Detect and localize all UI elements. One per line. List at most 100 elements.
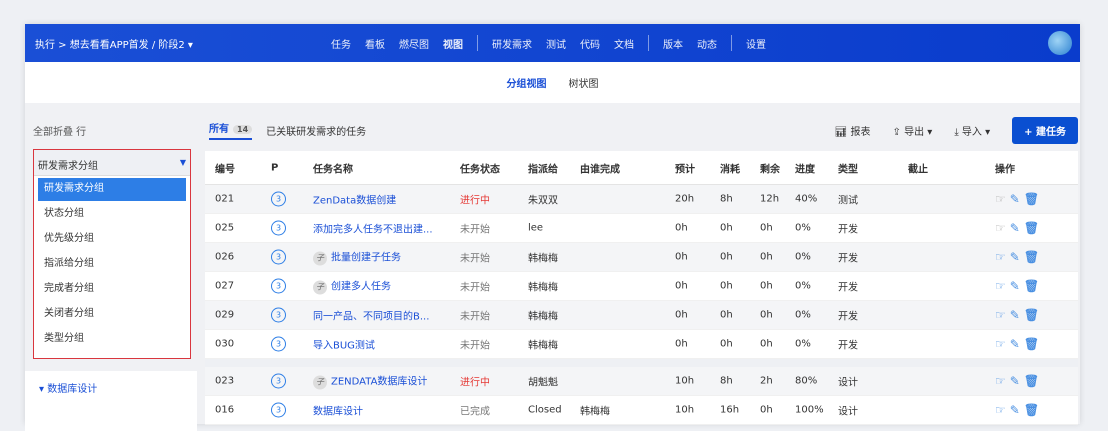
assigned-to[interactable]: 韩梅梅 bbox=[528, 308, 558, 323]
group-option[interactable]: 优先级分组 bbox=[38, 228, 186, 251]
task-name-link[interactable]: 同一产品、不同项目的B... bbox=[313, 312, 429, 323]
edit-icon[interactable]: ✎ bbox=[1010, 308, 1024, 322]
nav-item[interactable]: 燃尽图 bbox=[399, 36, 429, 51]
group-option[interactable]: 状态分组 bbox=[38, 203, 186, 226]
group-option[interactable]: 指派给分组 bbox=[38, 253, 186, 276]
tab-linked-tasks[interactable]: 已关联研发需求的任务 bbox=[266, 123, 366, 138]
delete-icon[interactable]: 🗑︎ bbox=[1024, 221, 1043, 235]
avatar[interactable] bbox=[1048, 31, 1072, 55]
group-option[interactable]: 类型分组 bbox=[38, 328, 186, 351]
column-header[interactable]: 由谁完成 bbox=[580, 160, 620, 175]
fold-all-button[interactable]: 全部折叠 行 bbox=[25, 115, 197, 146]
nav-item[interactable]: 任务 bbox=[331, 36, 351, 51]
estimate: 0h bbox=[675, 222, 688, 234]
group-option[interactable]: 研发需求分组 bbox=[38, 178, 186, 201]
table-row[interactable]: 023 3 子 ZENDATA数据库设计 进行中 胡魁魁 10h 8h 2h 80… bbox=[205, 367, 1078, 396]
export-button[interactable]: ⇪ 导出 ▾ bbox=[893, 123, 933, 138]
nav-item[interactable]: 文档 bbox=[614, 36, 634, 51]
delete-icon[interactable]: 🗑︎ bbox=[1024, 279, 1043, 293]
start-icon[interactable]: ☞ bbox=[995, 250, 1010, 264]
start-icon[interactable]: ☞ bbox=[995, 403, 1010, 417]
task-name-link[interactable]: 导入BUG测试 bbox=[313, 341, 375, 352]
nav-item[interactable]: 视图 bbox=[443, 36, 463, 51]
task-table: 编号 P 任务名称 任务状态 指派给 由谁完成 预计 消耗 剩余 进度 类型 截止 操作 021 3 Z… bbox=[205, 151, 1078, 425]
column-header[interactable]: 类型 bbox=[838, 160, 858, 175]
nav-item[interactable]: 研发需求 bbox=[492, 36, 532, 51]
column-header[interactable]: 进度 bbox=[795, 160, 815, 175]
task-name-link[interactable]: 创建多人任务 bbox=[331, 282, 391, 293]
nav-item[interactable]: 代码 bbox=[580, 36, 600, 51]
start-icon[interactable]: ☞ bbox=[995, 192, 1010, 206]
task-id: 027 bbox=[215, 280, 235, 292]
nav-item[interactable]: 测试 bbox=[546, 36, 566, 51]
task-name-link[interactable]: ZenData数据创建 bbox=[313, 196, 396, 207]
column-header[interactable]: 操作 bbox=[995, 160, 1015, 175]
import-button[interactable]: ⤓ 导入 ▾ bbox=[954, 123, 990, 138]
start-icon[interactable]: ☞ bbox=[995, 337, 1010, 351]
nav-item[interactable]: 动态 bbox=[697, 36, 717, 51]
nav-item[interactable]: 看板 bbox=[365, 36, 385, 51]
table-row[interactable]: 029 3 同一产品、不同项目的B... 未开始 韩梅梅 0h 0h 0h 0%… bbox=[205, 301, 1078, 330]
tab-group-view[interactable]: 分组视图 bbox=[507, 75, 547, 90]
edit-icon[interactable]: ✎ bbox=[1010, 250, 1024, 264]
edit-icon[interactable]: ✎ bbox=[1010, 403, 1024, 417]
start-icon[interactable]: ☞ bbox=[995, 374, 1010, 388]
edit-icon[interactable]: ✎ bbox=[1010, 221, 1024, 235]
task-name-link[interactable]: 数据库设计 bbox=[313, 407, 363, 418]
task-name-link[interactable]: ZENDATA数据库设计 bbox=[331, 377, 427, 388]
table-row[interactable]: 025 3 添加完多人任务不退出建... 未开始 lee 0h 0h 0h 0%… bbox=[205, 214, 1078, 243]
assigned-to[interactable]: 朱双双 bbox=[528, 192, 558, 207]
delete-icon[interactable]: 🗑︎ bbox=[1024, 374, 1043, 388]
start-icon[interactable]: ☞ bbox=[995, 279, 1010, 293]
nav-item[interactable]: 设置 bbox=[746, 36, 766, 51]
breadcrumb[interactable]: 执行 > 想去看看APP首发 / 阶段2 ▾ bbox=[35, 36, 193, 51]
report-button[interactable]: 📊︎ 报表 bbox=[835, 123, 871, 138]
task-type: 设计 bbox=[838, 377, 858, 389]
assigned-to[interactable]: 韩梅梅 bbox=[528, 279, 558, 294]
assigned-to[interactable]: Closed bbox=[528, 405, 562, 416]
column-header[interactable]: 剩余 bbox=[760, 160, 780, 175]
delete-icon[interactable]: 🗑︎ bbox=[1024, 308, 1043, 322]
column-header[interactable]: 截止 bbox=[908, 160, 928, 175]
table-row[interactable]: 026 3 子批量创建子任务 未开始 韩梅梅 0h 0h 0h 0% 开发 ☞✎… bbox=[205, 243, 1078, 272]
remaining: 0h bbox=[760, 338, 773, 350]
table-row[interactable]: 030 3 导入BUG测试 未开始 韩梅梅 0h 0h 0h 0% 开发 ☞✎🗑… bbox=[205, 330, 1078, 359]
create-task-button[interactable]: + 建任务 bbox=[1012, 116, 1078, 144]
group-by-select[interactable]: 研发需求分组 ▼ 研发需求分组 状态分组 优先级分组 指派给分组 完成者分组 关闭者分组 类型… bbox=[33, 149, 191, 359]
task-name-link[interactable]: 添加完多人任务不退出建... bbox=[313, 225, 433, 236]
assigned-to[interactable]: 韩梅梅 bbox=[528, 337, 558, 352]
column-header[interactable]: P bbox=[271, 162, 278, 173]
column-header[interactable]: 消耗 bbox=[720, 160, 740, 175]
delete-icon[interactable]: 🗑︎ bbox=[1024, 192, 1043, 206]
column-header[interactable]: 指派给 bbox=[528, 160, 558, 175]
edit-icon[interactable]: ✎ bbox=[1010, 337, 1024, 351]
main-nav: 任务 看板 燃尽图 视图 研发需求 测试 代码 文档 版本 动态 设置 bbox=[331, 35, 766, 51]
group-option[interactable]: 完成者分组 bbox=[38, 278, 186, 301]
start-icon[interactable]: ☞ bbox=[995, 308, 1010, 322]
tab-tree-view[interactable]: 树状图 bbox=[569, 75, 599, 90]
column-header[interactable]: 任务状态 bbox=[460, 160, 500, 175]
assigned-to[interactable]: lee bbox=[528, 223, 543, 234]
edit-icon[interactable]: ✎ bbox=[1010, 279, 1024, 293]
task-name-link[interactable]: 批量创建子任务 bbox=[331, 253, 401, 264]
table-row[interactable]: 021 3 ZenData数据创建 进行中 朱双双 20h 8h 12h 40%… bbox=[205, 185, 1078, 214]
group-option[interactable]: 关闭者分组 bbox=[38, 303, 186, 326]
column-header[interactable]: 编号 bbox=[215, 160, 235, 175]
priority-badge: 3 bbox=[271, 373, 286, 389]
group-by-current[interactable]: 研发需求分组 ▼ bbox=[34, 150, 190, 176]
table-row[interactable]: 027 3 子创建多人任务 未开始 韩梅梅 0h 0h 0h 0% 开发 ☞✎🗑… bbox=[205, 272, 1078, 301]
edit-icon[interactable]: ✎ bbox=[1010, 192, 1024, 206]
delete-icon[interactable]: 🗑︎ bbox=[1024, 403, 1043, 417]
column-header[interactable]: 预计 bbox=[675, 160, 695, 175]
tab-all[interactable]: 所有 14 bbox=[209, 120, 253, 140]
delete-icon[interactable]: 🗑︎ bbox=[1024, 337, 1043, 351]
start-icon[interactable]: ☞ bbox=[995, 221, 1010, 235]
nav-item[interactable]: 版本 bbox=[663, 36, 683, 51]
assigned-to[interactable]: 胡魁魁 bbox=[528, 374, 558, 389]
edit-icon[interactable]: ✎ bbox=[1010, 374, 1024, 388]
column-header[interactable]: 任务名称 bbox=[313, 160, 353, 175]
assigned-to[interactable]: 韩梅梅 bbox=[528, 250, 558, 265]
estimate: 0h bbox=[675, 309, 688, 321]
delete-icon[interactable]: 🗑︎ bbox=[1024, 250, 1043, 264]
group-item-database-design[interactable]: ▾ 数据库设计 bbox=[25, 371, 197, 431]
